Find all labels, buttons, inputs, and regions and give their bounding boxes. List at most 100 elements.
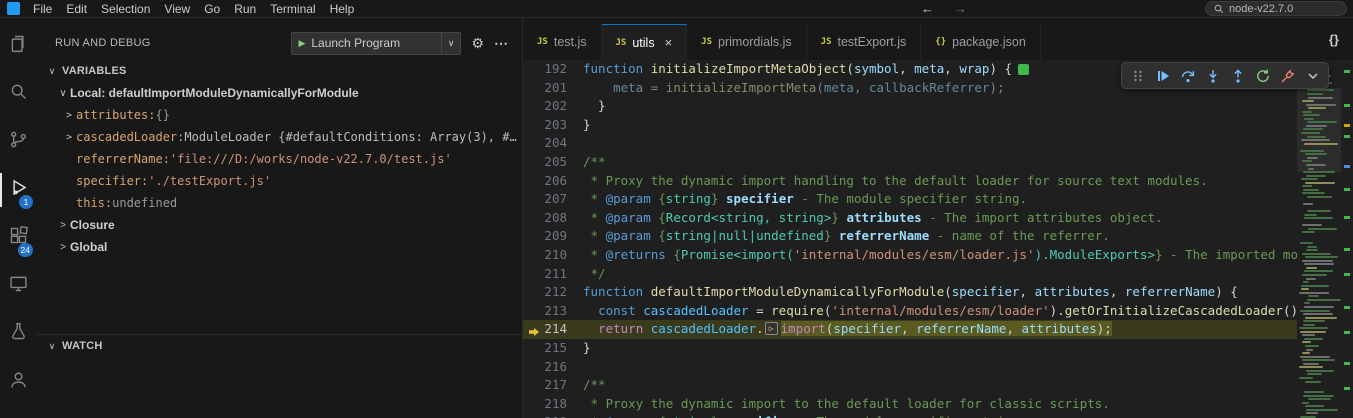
drag-handle-icon[interactable] xyxy=(1126,64,1149,87)
nav-forward-icon[interactable]: → xyxy=(954,1,967,16)
line-number[interactable]: 206 xyxy=(523,172,583,191)
code-line[interactable]: 212function defaultImportModuleDynamical… xyxy=(523,283,1297,302)
scope-row[interactable]: >Global xyxy=(36,236,522,258)
menu-edit[interactable]: Edit xyxy=(59,2,94,16)
activity-item-remote-explorer[interactable] xyxy=(0,262,36,310)
tab-utils[interactable]: JS utils × xyxy=(602,24,688,60)
command-center[interactable]: node-v22.7.0 xyxy=(1205,1,1347,16)
menu-run[interactable]: Run xyxy=(227,2,263,16)
line-number[interactable]: 205 xyxy=(523,153,583,172)
watch-section-header[interactable]: ∨ WATCH xyxy=(36,335,522,357)
line-number[interactable]: 216 xyxy=(523,358,583,377)
code-line[interactable]: 213 const cascadedLoader = require('inte… xyxy=(523,302,1297,321)
tab-primordials-js[interactable]: JSprimordials.js xyxy=(687,24,806,60)
step-into-icon[interactable] xyxy=(1201,64,1224,87)
line-number[interactable]: 202 xyxy=(523,97,583,116)
code-line[interactable]: 203} xyxy=(523,116,1297,135)
braces-action-icon[interactable]: {} xyxy=(1315,32,1353,47)
code-line[interactable]: 219 * @param {string} specifier - The mo… xyxy=(523,413,1297,418)
scope-row[interactable]: >Closure xyxy=(36,214,522,236)
code-line[interactable]: 208 * @param {Record<string, string>} at… xyxy=(523,209,1297,228)
minimap[interactable] xyxy=(1297,60,1341,418)
code-line[interactable]: 218 * Proxy the dynamic import to the de… xyxy=(523,395,1297,414)
chevron-down-icon[interactable]: ∨ xyxy=(441,33,461,54)
menu-go[interactable]: Go xyxy=(197,2,227,16)
code-line[interactable]: 217/** xyxy=(523,376,1297,395)
activity-item-extensions[interactable]: 24 xyxy=(0,214,36,262)
code-line[interactable]: 215} xyxy=(523,339,1297,358)
session-chevron-icon[interactable] xyxy=(1301,64,1324,87)
code-area[interactable]: 192function initializeImportMetaObject(s… xyxy=(523,60,1297,418)
line-content: */ xyxy=(583,265,1297,284)
token: { xyxy=(651,191,666,206)
menu-selection[interactable]: Selection xyxy=(94,2,157,16)
more-actions-icon[interactable]: ⋯ xyxy=(494,35,508,52)
js-file-icon: JS xyxy=(616,38,627,48)
activity-item-run-and-debug[interactable]: 1 xyxy=(0,166,36,214)
token: } xyxy=(583,117,591,132)
menu-file[interactable]: File xyxy=(26,2,59,16)
continue-icon[interactable] xyxy=(1151,64,1174,87)
activity-item-testing[interactable] xyxy=(0,310,36,358)
menu-help[interactable]: Help xyxy=(323,2,362,16)
code-line[interactable]: 204 xyxy=(523,134,1297,153)
code-line[interactable]: 209 * @param {string|null|undefined} ref… xyxy=(523,227,1297,246)
variables-section-header[interactable]: ∨ VARIABLES xyxy=(36,60,522,82)
tab-testexport-js[interactable]: JStestExport.js xyxy=(807,24,922,60)
line-number[interactable]: 211 xyxy=(523,265,583,284)
variable-row[interactable]: >cascadedLoader: ModuleLoader {#defaultC… xyxy=(36,126,522,148)
line-number[interactable]: 210 xyxy=(523,246,583,265)
variable-row[interactable]: >attributes: {} xyxy=(36,104,522,126)
line-number[interactable]: 192 xyxy=(523,60,583,79)
variable-name: referrerName: xyxy=(76,152,170,166)
code-line[interactable]: 205/** xyxy=(523,153,1297,172)
variable-row[interactable]: specifier: './testExport.js' xyxy=(36,170,522,192)
code-line[interactable]: 202 } xyxy=(523,97,1297,116)
tab-package-json[interactable]: {}package.json xyxy=(921,24,1041,60)
start-debug-icon[interactable]: ▶ xyxy=(292,38,311,49)
line-number[interactable]: 212 xyxy=(523,283,583,302)
line-number[interactable]: 219 xyxy=(523,413,583,418)
menu-terminal[interactable]: Terminal xyxy=(263,2,322,16)
restart-icon[interactable] xyxy=(1251,64,1274,87)
tab-test-js[interactable]: JStest.js xyxy=(523,24,602,60)
disconnect-icon[interactable] xyxy=(1276,64,1299,87)
line-number[interactable]: 201 xyxy=(523,79,583,98)
variable-row[interactable]: referrerName: 'file:///D:/works/node-v22… xyxy=(36,148,522,170)
line-number[interactable]: 218 xyxy=(523,395,583,414)
launch-config-dropdown[interactable]: ▶ Launch Program ∨ xyxy=(291,32,461,55)
line-number[interactable]: 207 xyxy=(523,190,583,209)
close-icon[interactable]: × xyxy=(665,35,673,50)
activity-item-source-control[interactable] xyxy=(0,118,36,166)
line-number[interactable]: 209 xyxy=(523,227,583,246)
line-number[interactable]: 203 xyxy=(523,116,583,135)
tab-label: utils xyxy=(632,36,654,50)
nav-back-icon[interactable]: ← xyxy=(921,1,934,16)
code-line[interactable]: 210 * @returns {Promise<import('internal… xyxy=(523,246,1297,265)
line-number[interactable]: 204 xyxy=(523,134,583,153)
line-number[interactable]: 208 xyxy=(523,209,583,228)
code-line[interactable]: 211 */ xyxy=(523,265,1297,284)
activity-item-explorer[interactable] xyxy=(0,22,36,70)
code-line[interactable]: 214 return cascadedLoader.▷import(specif… xyxy=(523,320,1297,339)
line-number[interactable]: 217 xyxy=(523,376,583,395)
step-over-icon[interactable] xyxy=(1176,64,1199,87)
code-line[interactable]: 206 * Proxy the dynamic import handling … xyxy=(523,172,1297,191)
gear-icon[interactable]: ⚙ xyxy=(471,35,484,52)
menu-view[interactable]: View xyxy=(157,2,197,16)
tab-label: test.js xyxy=(554,35,587,49)
variable-row[interactable]: this: undefined xyxy=(36,192,522,214)
activity-item-accounts[interactable] xyxy=(0,358,36,406)
watch-section: ∨ WATCH xyxy=(36,334,522,418)
minimap-line xyxy=(1299,292,1329,294)
minimap-line xyxy=(1304,302,1310,304)
code-line[interactable]: 216 xyxy=(523,358,1297,377)
line-number[interactable]: 215 xyxy=(523,339,583,358)
code-line[interactable]: 207 * @param {string} specifier - The mo… xyxy=(523,190,1297,209)
line-number[interactable]: 214 xyxy=(523,320,583,339)
activity-item-search[interactable] xyxy=(0,70,36,118)
scope-row[interactable]: ∨Local: defaultImportModuleDynamicallyFo… xyxy=(36,82,522,104)
step-target-icon[interactable]: ▷ xyxy=(765,322,778,335)
step-out-icon[interactable] xyxy=(1226,64,1249,87)
line-number[interactable]: 213 xyxy=(523,302,583,321)
